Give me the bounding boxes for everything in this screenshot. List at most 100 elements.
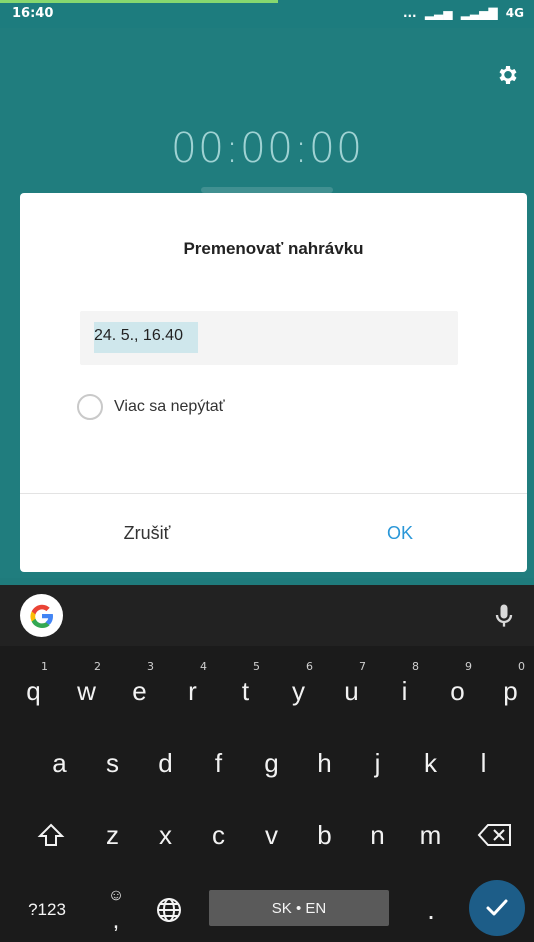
key-q[interactable]: 1q [7, 658, 60, 724]
key-hint: 0 [518, 660, 525, 673]
key-s[interactable]: s [86, 730, 139, 796]
key-w[interactable]: 2w [60, 658, 113, 724]
key-hint: 2 [94, 660, 101, 673]
key-t[interactable]: 5t [219, 658, 272, 724]
status-indicators: ... ▂▃▅ ▂▃▅▇ 4G [399, 6, 524, 20]
dont-ask-again-label: Viac sa nepýtať [114, 398, 225, 415]
key-m[interactable]: m [404, 802, 457, 868]
signal-dots: ... [402, 6, 417, 20]
dont-ask-again-checkbox[interactable] [77, 394, 103, 420]
key-label: d [158, 747, 173, 778]
key-hint: 1 [41, 660, 48, 673]
backspace-icon [477, 824, 511, 846]
emoji-icon: ☺ [107, 887, 125, 904]
period-key[interactable]: . [410, 882, 452, 938]
key-u[interactable]: 7u [325, 658, 378, 724]
key-label: t [241, 675, 250, 706]
google-g-icon [30, 604, 53, 628]
symbols-key[interactable]: ?123 [8, 882, 86, 938]
key-label: r [188, 675, 197, 706]
key-hint: 9 [465, 660, 472, 673]
dont-ask-again-option[interactable]: Viac sa nepýtať [77, 393, 225, 421]
microphone-icon[interactable] [490, 601, 518, 629]
key-label: v [265, 819, 278, 850]
key-label: u [344, 675, 359, 706]
key-l[interactable]: l [457, 730, 510, 796]
key-j[interactable]: j [351, 730, 404, 796]
key-label: w [77, 675, 96, 706]
key-o[interactable]: 9o [431, 658, 484, 724]
key-label: o [450, 675, 465, 706]
signal-bars-icon-2: ▂▃▅▇ [460, 6, 498, 20]
key-e[interactable]: 3e [113, 658, 166, 724]
signal-bars-icon: ▂▃▅ [424, 6, 453, 20]
key-label: c [212, 819, 225, 850]
key-n[interactable]: n [351, 802, 404, 868]
backspace-key[interactable] [468, 802, 521, 868]
key-label: m [419, 819, 442, 850]
key-c[interactable]: c [192, 802, 245, 868]
ok-button[interactable]: OK [273, 497, 527, 569]
key-label: s [106, 747, 119, 778]
key-b[interactable]: b [298, 802, 351, 868]
key-label: p [503, 675, 518, 706]
key-h[interactable]: h [298, 730, 351, 796]
key-label: q [26, 675, 41, 706]
key-label: g [264, 747, 279, 778]
key-a[interactable]: a [33, 730, 86, 796]
key-label: l [480, 747, 487, 778]
key-i[interactable]: 8i [378, 658, 431, 724]
key-label: f [214, 747, 223, 778]
globe-icon [157, 898, 181, 922]
key-label: b [317, 819, 332, 850]
key-hint: 6 [306, 660, 313, 673]
language-key[interactable] [147, 882, 191, 938]
key-label: i [401, 675, 408, 706]
space-key[interactable]: SK • EN [209, 890, 389, 926]
key-hint: 5 [253, 660, 260, 673]
screen: 16:40 ... ▂▃▅ ▂▃▅▇ 4G 00:00:00 Premenova… [0, 0, 534, 942]
key-d[interactable]: d [139, 730, 192, 796]
key-f[interactable]: f [192, 730, 245, 796]
google-logo-icon[interactable] [20, 594, 63, 637]
checkmark-icon [486, 899, 508, 916]
key-y[interactable]: 6y [272, 658, 325, 724]
comma-label: , [112, 907, 120, 934]
recording-name-input[interactable] [80, 311, 458, 365]
key-hint: 8 [412, 660, 419, 673]
rename-dialog: Premenovať nahrávku 24. 5., 16.40 Viac s… [20, 193, 527, 572]
key-label: y [292, 675, 305, 706]
status-time: 16:40 [12, 6, 54, 21]
shift-key[interactable] [24, 802, 77, 868]
key-label: e [132, 675, 147, 706]
dialog-divider [20, 493, 527, 494]
key-label: h [317, 747, 332, 778]
key-p[interactable]: 0p [484, 658, 534, 724]
shift-icon [37, 823, 64, 846]
recording-name-field[interactable]: 24. 5., 16.40 [80, 311, 458, 365]
key-x[interactable]: x [139, 802, 192, 868]
key-hint: 7 [359, 660, 366, 673]
key-label: z [106, 819, 119, 850]
cancel-button[interactable]: Zrušiť [20, 497, 274, 569]
status-bar: 16:40 ... ▂▃▅ ▂▃▅▇ 4G [0, 0, 534, 28]
key-label: n [370, 819, 385, 850]
emoji-comma-key[interactable]: ☺ , [92, 882, 140, 938]
key-z[interactable]: z [86, 802, 139, 868]
key-k[interactable]: k [404, 730, 457, 796]
keyboard-suggestion-bar [0, 585, 534, 646]
status-progress [0, 0, 278, 3]
key-g[interactable]: g [245, 730, 298, 796]
key-label: a [52, 747, 67, 778]
software-keyboard: 1q 2w 3e 4r 5t 6y 7u 8i 9o 0p a s d f g … [0, 646, 534, 942]
key-label: x [159, 819, 172, 850]
enter-key[interactable] [469, 880, 525, 936]
key-v[interactable]: v [245, 802, 298, 868]
dialog-title: Premenovať nahrávku [183, 239, 364, 258]
key-hint: 4 [200, 660, 207, 673]
key-hint: 3 [147, 660, 154, 673]
gear-icon[interactable] [495, 63, 519, 87]
key-label: j [374, 747, 381, 778]
recording-timer: 00:00:00 [170, 124, 364, 172]
key-r[interactable]: 4r [166, 658, 219, 724]
